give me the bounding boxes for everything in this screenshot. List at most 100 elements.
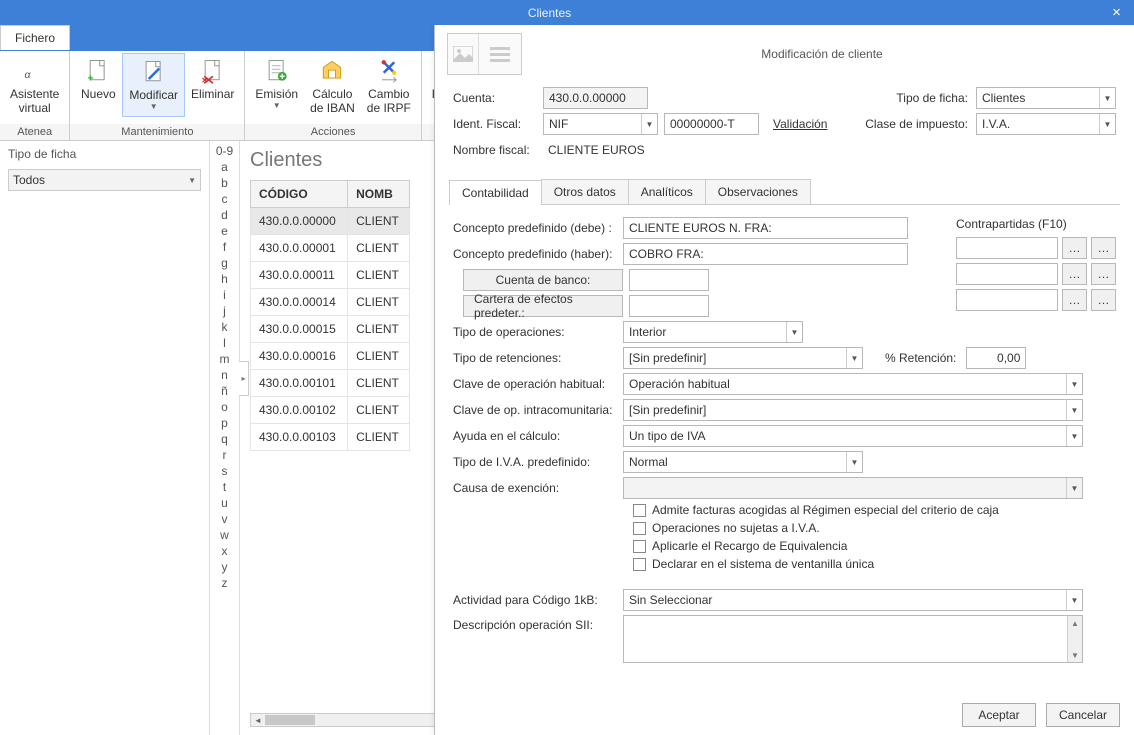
concepto-haber-input[interactable]: COBRO FRA: [623, 243, 908, 265]
ribbon-cambio-de-irpf-button[interactable]: Cambiode IRPF [361, 53, 417, 120]
alpha-t[interactable]: t [210, 479, 239, 495]
alpha-k[interactable]: k [210, 319, 239, 335]
alpha-0-9[interactable]: 0-9 [210, 143, 239, 159]
window-title: Clientes [0, 6, 1099, 20]
table-row[interactable]: 430.0.0.00011CLIENT [251, 262, 410, 289]
accept-button[interactable]: Aceptar [962, 703, 1036, 727]
scroll-down-icon[interactable]: ▼ [1068, 648, 1082, 662]
alpha-w[interactable]: w [210, 527, 239, 543]
alpha-m[interactable]: m [210, 351, 239, 367]
table-row[interactable]: 430.0.0.00101CLIENT [251, 370, 410, 397]
ribbon-eliminar-button[interactable]: ×Eliminar [185, 53, 240, 105]
desc-sii-textarea[interactable]: ▲▼ [623, 615, 1083, 663]
alpha-v[interactable]: v [210, 511, 239, 527]
table-row[interactable]: 430.0.0.00001CLIENT [251, 235, 410, 262]
image-placeholder-icon[interactable] [447, 33, 522, 75]
actividad-select[interactable]: Sin Seleccionar▼ [623, 589, 1083, 611]
alpha-p[interactable]: p [210, 415, 239, 431]
tab-observaciones[interactable]: Observaciones [705, 179, 811, 204]
contrap-pick-2[interactable]: … [1062, 263, 1087, 285]
alpha-r[interactable]: r [210, 447, 239, 463]
concepto-debe-input[interactable]: CLIENTE EUROS N. FRA: [623, 217, 908, 239]
table-row[interactable]: 430.0.0.00000CLIENT [251, 208, 410, 235]
scroll-left-icon[interactable]: ◄ [251, 714, 265, 726]
alpha-d[interactable]: d [210, 207, 239, 223]
table-row[interactable]: 430.0.0.00103CLIENT [251, 424, 410, 451]
tipo-ficha-select[interactable]: Clientes▼ [976, 87, 1116, 109]
alpha-l[interactable]: l [210, 335, 239, 351]
sidebar: Tipo de ficha Todos ▼ [0, 141, 210, 735]
table-row[interactable]: 430.0.0.00014CLIENT [251, 289, 410, 316]
contrap-clear-3[interactable]: … [1091, 289, 1116, 311]
col-codigo[interactable]: CÓDIGO [251, 181, 348, 208]
contrap-clear-1[interactable]: … [1091, 237, 1116, 259]
alpha-q[interactable]: q [210, 431, 239, 447]
alpha-o[interactable]: o [210, 399, 239, 415]
scrollbar-thumb[interactable] [265, 715, 315, 725]
tab-contabilidad[interactable]: Contabilidad [449, 180, 542, 205]
ident-num-input[interactable]: 00000000-T [664, 113, 759, 135]
alpha-ñ[interactable]: ñ [210, 383, 239, 399]
alpha-g[interactable]: g [210, 255, 239, 271]
col-nombre[interactable]: NOMB [348, 181, 410, 208]
cartera-input[interactable] [629, 295, 709, 317]
cancel-button[interactable]: Cancelar [1046, 703, 1120, 727]
ribbon-emisión-button[interactable]: Emisión▼ [249, 53, 304, 115]
alpha-f[interactable]: f [210, 239, 239, 255]
alpha-u[interactable]: u [210, 495, 239, 511]
alpha-s[interactable]: s [210, 463, 239, 479]
chk-recargo[interactable]: Aplicarle el Recargo de Equivalencia [633, 539, 1116, 553]
validacion-link[interactable]: Validación [773, 117, 827, 131]
cuenta-banco-input[interactable] [629, 269, 709, 291]
alpha-h[interactable]: h [210, 271, 239, 287]
file-tab[interactable]: Fichero [0, 25, 70, 50]
clave-intra-select[interactable]: [Sin predefinir]▼ [623, 399, 1083, 421]
alpha-z[interactable]: z [210, 575, 239, 591]
vertical-scrollbar[interactable]: ▲▼ [1067, 616, 1082, 662]
expand-handle-icon[interactable]: ▸ [239, 361, 249, 396]
tipo-ficha-combo[interactable]: Todos ▼ [8, 169, 201, 191]
alpha-b[interactable]: b [210, 175, 239, 191]
clave-hab-select[interactable]: Operación habitual▼ [623, 373, 1083, 395]
ribbon-asistente-virtual-button[interactable]: αAsistentevirtual [4, 53, 65, 120]
alpha-j[interactable]: j [210, 303, 239, 319]
contrap-pick-3[interactable]: … [1062, 289, 1087, 311]
ribbon-nuevo-button[interactable]: +Nuevo [74, 53, 122, 105]
alpha-e[interactable]: e [210, 223, 239, 239]
contrap-pick-1[interactable]: … [1062, 237, 1087, 259]
tab-otros-datos[interactable]: Otros datos [541, 179, 629, 204]
chk-no-sujetas[interactable]: Operaciones no sujetas a I.V.A. [633, 521, 1116, 535]
tab-analíticos[interactable]: Analíticos [628, 179, 706, 204]
ribbon-modificar-button[interactable]: Modificar▼ [122, 53, 185, 117]
ident-tipo-select[interactable]: NIF▼ [543, 113, 658, 135]
alpha-x[interactable]: x [210, 543, 239, 559]
alpha-a[interactable]: a [210, 159, 239, 175]
alpha-i[interactable]: i [210, 287, 239, 303]
pct-ret-input[interactable]: 0,00 [966, 347, 1026, 369]
table-row[interactable]: 430.0.0.00102CLIENT [251, 397, 410, 424]
cartera-button[interactable]: Cartera de efectos predeter.: [463, 295, 623, 317]
tipo-ret-select[interactable]: [Sin predefinir]▼ [623, 347, 863, 369]
alpha-n[interactable]: n [210, 367, 239, 383]
alpha-c[interactable]: c [210, 191, 239, 207]
chk-criterio-caja[interactable]: Admite facturas acogidas al Régimen espe… [633, 503, 1116, 517]
table-row[interactable]: 430.0.0.00016CLIENT [251, 343, 410, 370]
ayuda-select[interactable]: Un tipo de IVA▼ [623, 425, 1083, 447]
close-icon[interactable]: × [1099, 0, 1134, 25]
contrap-input-3[interactable] [956, 289, 1058, 311]
contrap-clear-2[interactable]: … [1091, 263, 1116, 285]
chevron-down-icon: ▼ [188, 176, 196, 185]
contrap-input-1[interactable] [956, 237, 1058, 259]
clase-imp-select[interactable]: I.V.A.▼ [976, 113, 1116, 135]
cuenta-banco-button[interactable]: Cuenta de banco: [463, 269, 623, 291]
chk-ventanilla[interactable]: Declarar en el sistema de ventanilla úni… [633, 557, 1116, 571]
alpha-y[interactable]: y [210, 559, 239, 575]
scroll-up-icon[interactable]: ▲ [1068, 616, 1082, 630]
tipo-op-select[interactable]: Interior▼ [623, 321, 803, 343]
contrap-input-2[interactable] [956, 263, 1058, 285]
table-row[interactable]: 430.0.0.00015CLIENT [251, 316, 410, 343]
ribbon-cálculo-de-iban-button[interactable]: Cálculode IBAN [304, 53, 361, 120]
cuenta-input[interactable]: 430.0.0.00000 [543, 87, 648, 109]
iva-pred-select[interactable]: Normal▼ [623, 451, 863, 473]
label-tipo-ret: Tipo de retenciones: [453, 351, 623, 365]
